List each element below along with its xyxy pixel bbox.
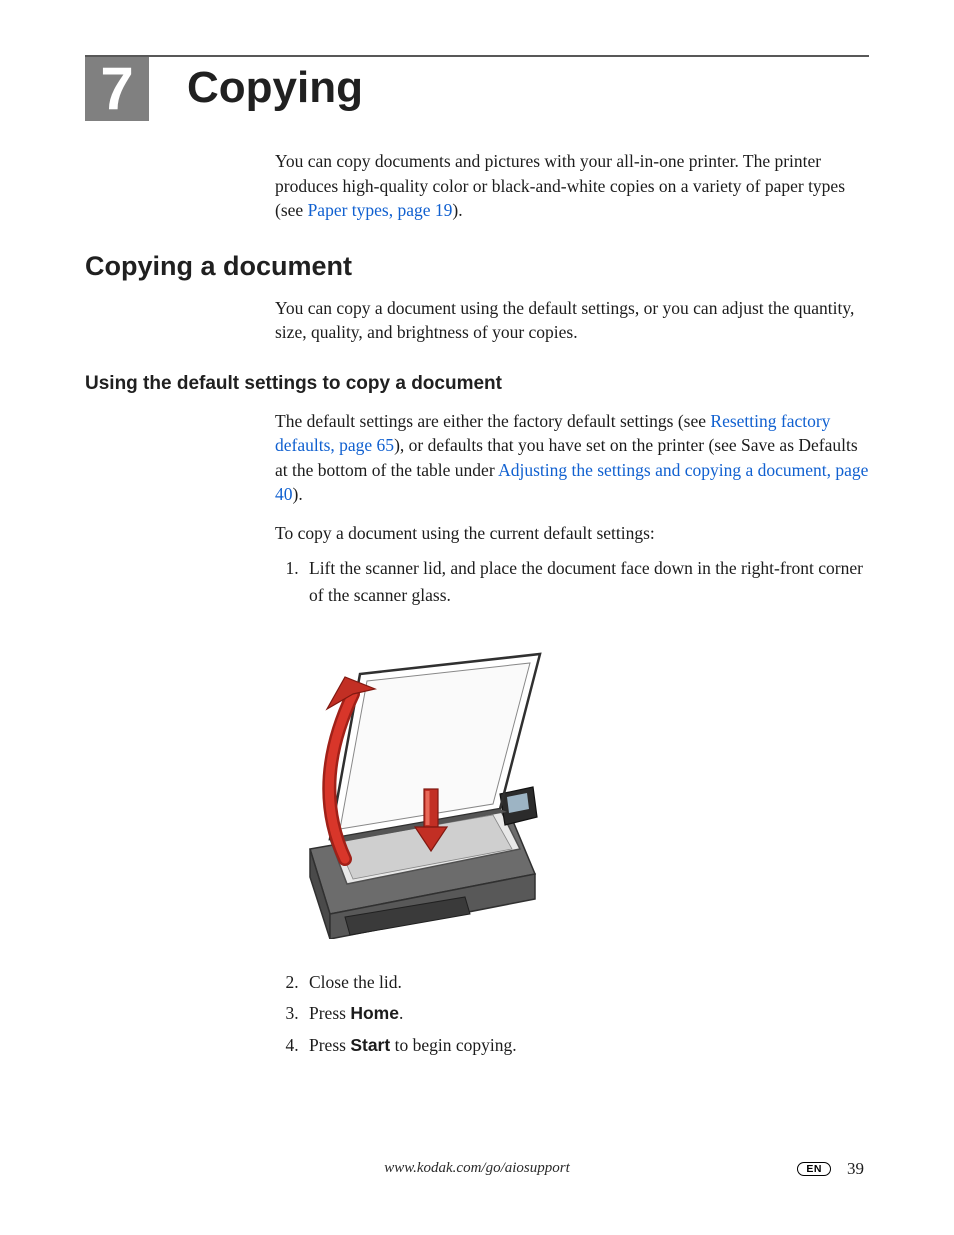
section-heading-copying-document: Copying a document bbox=[85, 251, 869, 282]
section2-paragraph2: To copy a document using the current def… bbox=[275, 521, 869, 546]
chapter-header: 7 Copying bbox=[85, 57, 869, 121]
steps-list-cont: Close the lid. Press Home. Press Start t… bbox=[303, 969, 869, 1058]
step-1: Lift the scanner lid, and place the docu… bbox=[303, 555, 869, 609]
intro-paragraph: You can copy documents and pictures with… bbox=[275, 149, 869, 223]
step-3: Press Home. bbox=[303, 1000, 869, 1027]
step-2: Close the lid. bbox=[303, 969, 869, 996]
footer-url: www.kodak.com/go/aiosupport bbox=[384, 1160, 570, 1177]
page-footer: www.kodak.com/go/aiosupport EN 39 bbox=[0, 1160, 954, 1177]
printer-scanner-lid-illustration bbox=[275, 639, 575, 939]
chapter-title: Copying bbox=[187, 63, 363, 113]
section2-paragraph1: The default settings are either the fact… bbox=[275, 409, 869, 507]
language-badge: EN bbox=[797, 1162, 831, 1176]
link-paper-types[interactable]: Paper types, page 19 bbox=[308, 200, 453, 220]
start-button-label: Start bbox=[350, 1035, 390, 1055]
steps-list: Lift the scanner lid, and place the docu… bbox=[303, 555, 869, 609]
step-4: Press Start to begin copying. bbox=[303, 1032, 869, 1059]
home-button-label: Home bbox=[350, 1003, 399, 1023]
subsection-heading-default-settings: Using the default settings to copy a doc… bbox=[85, 373, 869, 395]
page-number: 39 bbox=[847, 1159, 864, 1179]
section1-paragraph: You can copy a document using the defaul… bbox=[275, 296, 869, 345]
chapter-number-badge: 7 bbox=[85, 57, 149, 121]
